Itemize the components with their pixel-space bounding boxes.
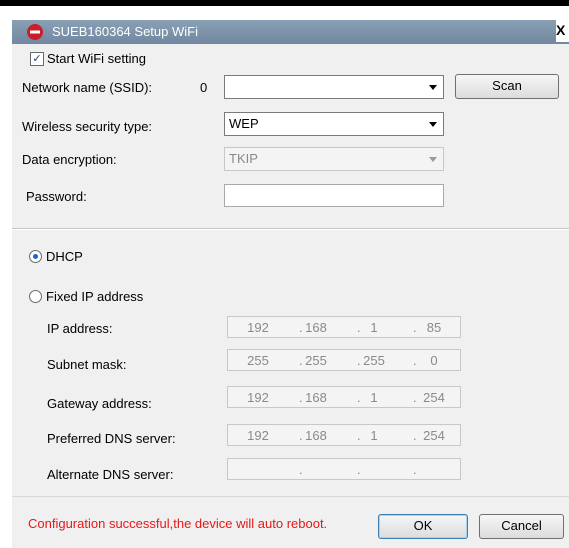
subnet-octet-4: 0 [430,353,438,368]
ssid-combobox[interactable] [224,75,444,99]
ok-button[interactable]: OK [378,514,468,539]
gateway-octet-4: 254 [423,390,445,405]
password-field[interactable] [224,184,444,207]
setup-wifi-dialog: ✓ Start WiFi setting Network name (SSID)… [12,44,569,548]
ip-octet-3: 1 [370,320,378,335]
footer-divider [12,496,569,497]
cancel-button[interactable]: Cancel [479,514,564,539]
top-black-bar [0,0,569,6]
subnet-octet-1: 255 [247,353,269,368]
ip-octet-2: 168 [305,320,327,335]
security-type-label: Wireless security type: [22,119,153,134]
ssid-label: Network name (SSID): [22,80,153,95]
octet-separator: . [413,390,417,405]
octet-separator: . [413,353,417,368]
check-icon: ✓ [32,53,42,65]
gateway-address-field[interactable]: 192 . 168 . 1 . 254 [227,386,461,408]
chevron-down-icon [429,85,437,90]
ip-address-label: IP address: [47,321,113,336]
octet-separator: . [299,462,303,477]
octet-separator: . [413,320,417,335]
title-bar: SUEB160364 Setup WiFi [12,20,569,44]
chevron-down-icon [429,122,437,127]
fixed-ip-radio[interactable] [29,290,42,303]
dns1-octet-1: 192 [247,428,269,443]
subnet-octet-3: 255 [363,353,385,368]
start-wifi-label: Start WiFi setting [47,51,146,66]
dhcp-label: DHCP [46,249,83,264]
section-divider [12,228,569,230]
gateway-octet-3: 1 [370,390,378,405]
dns1-octet-4: 254 [423,428,445,443]
gateway-address-label: Gateway address: [47,396,152,411]
ip-octet-4: 85 [426,320,442,335]
security-type-value: WEP [229,116,259,131]
data-encryption-select[interactable]: TKIP [224,147,444,171]
preferred-dns-field[interactable]: 192 . 168 . 1 . 254 [227,424,461,446]
scan-button[interactable]: Scan [455,74,559,99]
alternate-dns-field[interactable]: . . . [227,458,461,480]
window-title: SUEB160364 Setup WiFi [52,24,198,39]
chevron-down-icon [429,157,437,162]
status-message: Configuration successful,the device will… [28,516,328,531]
subnet-octet-2: 255 [305,353,327,368]
dns1-octet-2: 168 [305,428,327,443]
alternate-dns-label: Alternate DNS server: [47,467,174,482]
gateway-octet-1: 192 [247,390,269,405]
preferred-dns-label: Preferred DNS server: [47,431,176,446]
security-type-select[interactable]: WEP [224,112,444,136]
dhcp-radio[interactable] [29,250,42,263]
app-icon [27,24,43,40]
octet-separator: . [357,462,361,477]
password-label: Password: [26,189,87,204]
ssid-count: 0 [200,80,208,95]
octet-separator: . [413,428,417,443]
gateway-octet-2: 168 [305,390,327,405]
ip-address-field[interactable]: 192 . 168 . 1 . 85 [227,316,461,338]
data-encryption-label: Data encryption: [22,152,117,167]
radio-selected-dot [33,254,38,259]
octet-separator: . [413,462,417,477]
subnet-mask-label: Subnet mask: [47,357,127,372]
ip-octet-1: 192 [247,320,269,335]
fixed-ip-label: Fixed IP address [46,289,144,304]
subnet-mask-field[interactable]: 255 . 255 . 255 . 0 [227,349,461,371]
data-encryption-value: TKIP [229,151,258,166]
close-button[interactable]: X [556,20,569,42]
start-wifi-checkbox[interactable]: ✓ [30,52,44,66]
dns1-octet-3: 1 [370,428,378,443]
